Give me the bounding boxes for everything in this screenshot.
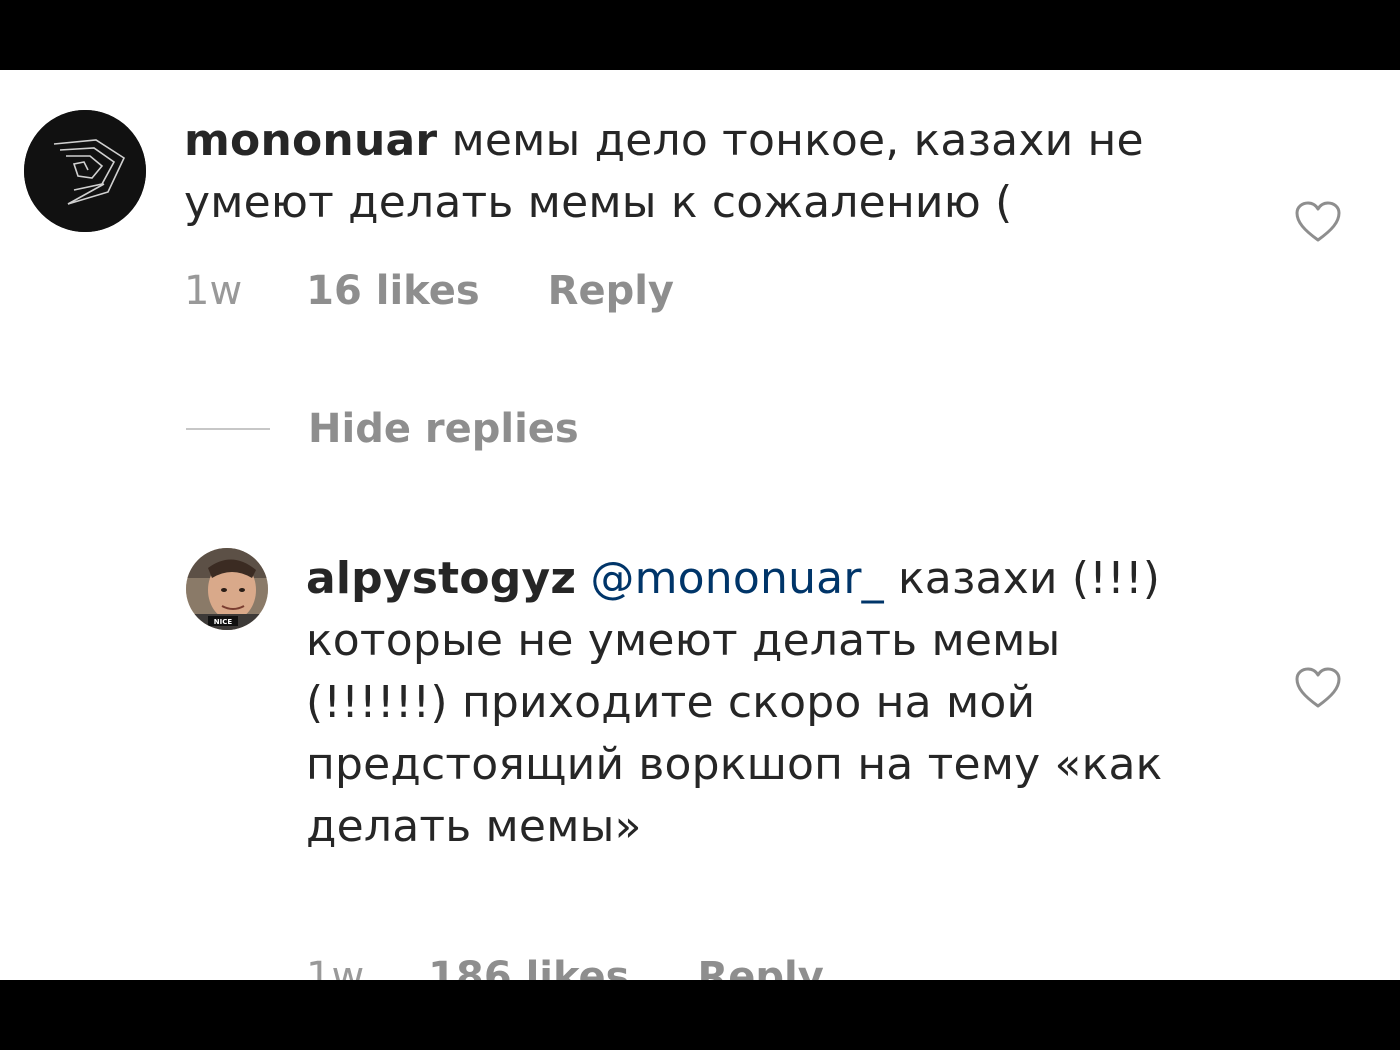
heart-icon[interactable] [1294, 200, 1342, 244]
comment-likes[interactable]: 16 likes [306, 268, 479, 314]
heart-icon[interactable] [1294, 666, 1342, 710]
screenshot-frame: mononuar мемы дело тонкое, казахи не уме… [0, 0, 1400, 1050]
comment-text: mononuar мемы дело тонкое, казахи не уме… [184, 110, 1244, 234]
hide-replies-label: Hide replies [308, 406, 579, 452]
top-letterbox [0, 0, 1400, 70]
comments-panel: mononuar мемы дело тонкое, казахи не уме… [0, 70, 1400, 1000]
comment-meta: 1w 16 likes Reply [184, 268, 674, 314]
avatar-badge: NICE [214, 618, 233, 626]
hide-replies-button[interactable]: Hide replies [186, 406, 579, 452]
comment-text: alpystogyz @mononuar_ казахи (!!!) котор… [306, 548, 1206, 858]
comment-username[interactable]: alpystogyz [306, 553, 576, 604]
user-photo-icon: NICE [186, 548, 268, 630]
divider-line [186, 428, 270, 430]
spiral-logo-icon [24, 110, 146, 232]
avatar[interactable]: NICE [186, 548, 268, 630]
avatar[interactable] [24, 110, 146, 232]
comment-username[interactable]: mononuar [184, 115, 437, 166]
comment-time: 1w [184, 268, 243, 314]
bottom-letterbox [0, 980, 1400, 1050]
mention-link[interactable]: @mononuar_ [590, 553, 883, 604]
reply-button[interactable]: Reply [548, 268, 674, 314]
